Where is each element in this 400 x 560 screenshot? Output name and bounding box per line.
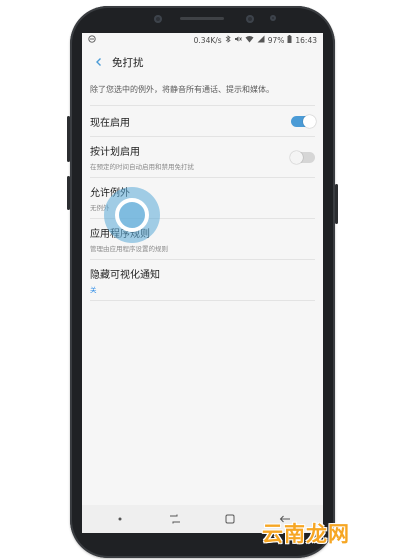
setting-scheduled[interactable]: 按计划启用 在预定的时间自动启用和禁用免打扰 (90, 136, 315, 177)
setting-exceptions-label: 允许例外 (90, 188, 130, 200)
setting-hide-notifications-value: 关 (90, 286, 97, 295)
front-camera-icon (246, 15, 254, 23)
power-button (335, 184, 338, 224)
home-icon[interactable] (220, 509, 240, 529)
bluetooth-icon (225, 35, 231, 45)
network-speed: 0.34K/s (193, 35, 222, 45)
status-bar: 0.34K/s 97% 16:43 (82, 33, 323, 47)
setting-app-rules-label: 应用程序规则 (90, 229, 150, 241)
setting-app-rules-summary: 管理由应用程序设置的规则 (90, 245, 168, 254)
signal-icon (257, 35, 265, 45)
page-description: 除了您选中的例外，将静音所有通话、提示和媒体。 (90, 85, 274, 94)
setting-enable-now-label: 现在启用 (90, 117, 130, 129)
wifi-icon (245, 35, 254, 45)
setting-enable-now[interactable]: 现在启用 (90, 105, 316, 136)
sensor-icon (154, 15, 162, 23)
battery-icon (287, 35, 292, 45)
back-arrow-icon[interactable] (88, 51, 110, 73)
volume-button (67, 116, 70, 162)
earpiece-speaker (180, 17, 224, 20)
watermark-logo: 云南龙网 (262, 522, 350, 546)
setting-scheduled-label: 按计划启用 (90, 147, 140, 159)
setting-hide-notifications[interactable]: 隐藏可视化通知 关 (90, 259, 315, 302)
scheduled-toggle[interactable] (290, 150, 315, 164)
mute-icon (234, 35, 242, 45)
setting-app-rules[interactable]: 应用程序规则 管理由应用程序设置的规则 (90, 218, 315, 259)
toggle-knob (290, 150, 303, 164)
toggle-knob (303, 114, 316, 128)
iris-sensor-icon (270, 15, 276, 21)
screen: 0.34K/s 97% 16:43 免打扰 除了您选中的例外，将静音所有通话、提… (82, 33, 323, 533)
setting-exceptions-summary: 无例外 (90, 204, 110, 213)
setting-hide-notifications-label: 隐藏可视化通知 (90, 270, 160, 282)
clock: 16:43 (295, 35, 317, 45)
dot-icon[interactable] (110, 509, 130, 529)
recent-apps-icon[interactable] (165, 509, 185, 529)
top-bezel (70, 6, 335, 32)
do-not-disturb-icon (88, 35, 96, 45)
app-bar: 免打扰 (82, 47, 323, 77)
battery-percent: 97% (267, 35, 285, 45)
bixby-button (67, 176, 70, 210)
phone-frame: 0.34K/s 97% 16:43 免打扰 除了您选中的例外，将静音所有通话、提… (67, 6, 338, 558)
setting-exceptions[interactable]: 允许例外 无例外 (90, 177, 315, 218)
enable-now-toggle[interactable] (291, 114, 316, 128)
setting-scheduled-summary: 在预定的时间自动启用和禁用免打扰 (90, 163, 194, 172)
page-title: 免打扰 (112, 56, 144, 69)
